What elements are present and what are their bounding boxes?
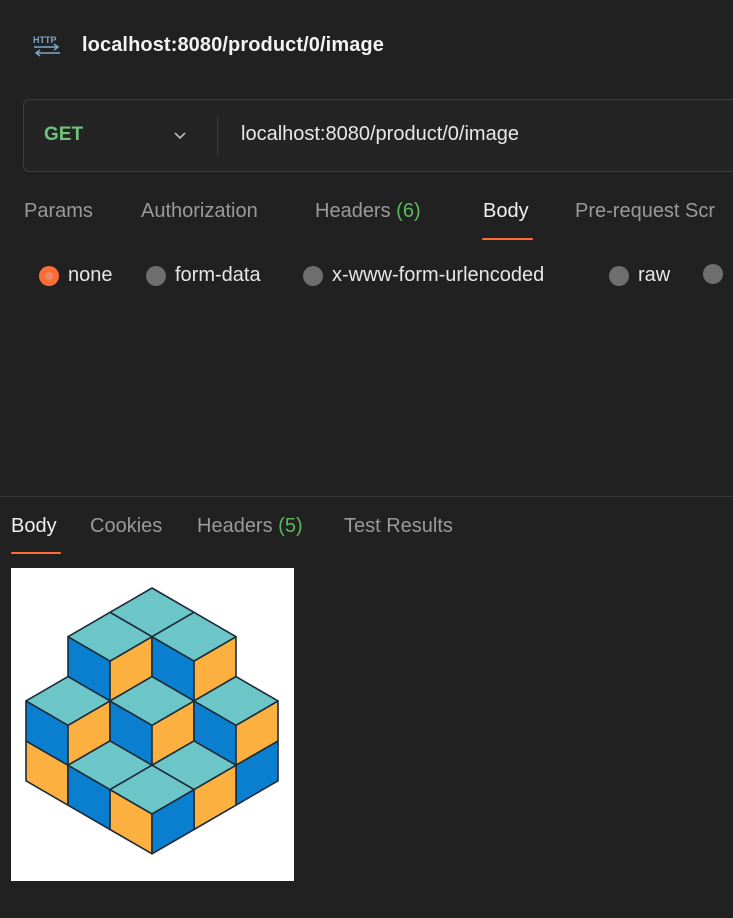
radio-icon xyxy=(146,265,166,286)
radio-form-data[interactable]: form-data xyxy=(146,264,261,287)
request-title[interactable]: localhost:8080/product/0/image xyxy=(82,34,384,57)
radio-none[interactable]: none xyxy=(39,264,113,287)
body-type-options: none form-data x-www-form-urlencoded raw xyxy=(0,258,733,294)
pane-divider[interactable] xyxy=(0,496,733,497)
radio-x-www-form-urlencoded[interactable]: x-www-form-urlencoded xyxy=(303,264,544,287)
response-image xyxy=(11,568,294,881)
tab-params[interactable]: Params xyxy=(24,200,93,223)
radio-binary[interactable] xyxy=(703,264,732,284)
response-tabs: Body Cookies Headers (5) Test Results xyxy=(0,505,733,557)
isometric-cubes-image xyxy=(25,587,279,855)
radio-icon xyxy=(303,265,323,286)
http-icon: HTTP xyxy=(32,33,62,57)
response-tab-test-results[interactable]: Test Results xyxy=(344,515,453,538)
postman-window: HTTP localhost:8080/product/0/image GET … xyxy=(0,0,733,918)
radio-icon xyxy=(609,265,629,286)
url-divider xyxy=(217,115,218,157)
url-input[interactable] xyxy=(241,120,733,148)
tab-authorization[interactable]: Authorization xyxy=(141,200,258,223)
tab-body[interactable]: Body xyxy=(483,200,529,223)
radio-selected-icon xyxy=(39,265,59,286)
url-bar: GET xyxy=(23,99,733,172)
headers-count: (6) xyxy=(396,200,421,222)
method-select[interactable]: GET xyxy=(44,124,83,146)
tab-headers[interactable]: Headers (6) xyxy=(315,200,421,223)
chevron-down-icon[interactable] xyxy=(172,127,188,143)
response-tab-body[interactable]: Body xyxy=(11,515,57,538)
response-tab-cookies[interactable]: Cookies xyxy=(90,515,162,538)
svg-text:HTTP: HTTP xyxy=(33,35,57,45)
radio-raw[interactable]: raw xyxy=(609,264,670,287)
tab-pre-request-script[interactable]: Pre-request Scr xyxy=(575,200,715,223)
response-headers-count: (5) xyxy=(278,515,303,537)
radio-icon xyxy=(703,264,723,284)
active-response-tab-indicator xyxy=(11,552,61,554)
request-tabs: Params Authorization Headers (6) Body Pr… xyxy=(0,190,733,246)
active-tab-indicator xyxy=(482,238,533,240)
response-tab-headers[interactable]: Headers (5) xyxy=(197,515,303,538)
request-header: HTTP localhost:8080/product/0/image xyxy=(0,0,733,90)
